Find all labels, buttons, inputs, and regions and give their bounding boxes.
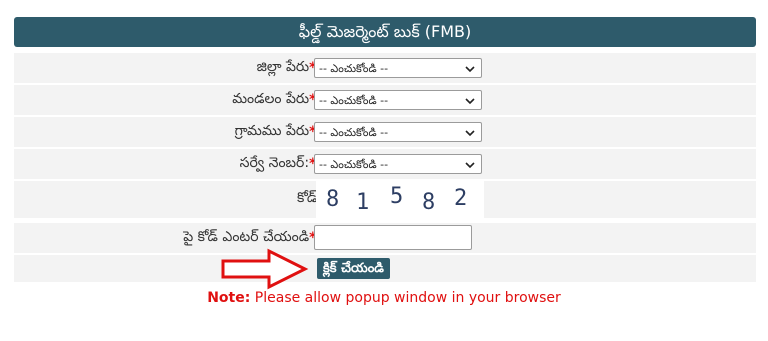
survey-label: సర్వే నెంబర్: *: <box>240 149 322 179</box>
page-title-text: ఫీల్డ్ మెజర్మెంట్ బుక్ (FMB) <box>298 22 472 41</box>
mandal-row: మండలం పేరు*: -- ఎంచుకోండి -- <box>14 85 756 115</box>
chevron-down-icon <box>465 130 475 137</box>
district-select[interactable]: -- ఎంచుకోండి -- <box>314 58 482 78</box>
village-label-text: గ్రామము పేరు <box>234 122 310 139</box>
survey-row: సర్వే నెంబర్: *: -- ఎంచుకోండి -- <box>14 149 756 179</box>
captcha-char: 8 <box>326 187 340 212</box>
mandal-select-value: -- ఎంచుకోండి -- <box>319 94 389 107</box>
captcha-image: 8 1 5 8 2 <box>316 181 484 218</box>
survey-select-value: -- ఎంచుకోండి -- <box>319 158 389 171</box>
mandal-label: మండలం పేరు*: <box>232 85 322 115</box>
note-text: Please allow popup window in your browse… <box>250 290 561 306</box>
mandal-select[interactable]: -- ఎంచుకోండి -- <box>314 90 482 110</box>
mandal-label-text: మండలం పేరు <box>232 90 310 107</box>
district-row: జిల్లా పేరు*: -- ఎంచుకోండి -- <box>14 53 756 83</box>
village-select-value: -- ఎంచుకోండి -- <box>319 126 389 139</box>
village-label: గ్రామము పేరు*: <box>235 117 322 147</box>
code-entry-row: పై కోడ్ ఎంటర్ చేయండి*: <box>14 223 756 253</box>
district-select-value: -- ఎంచుకోండి -- <box>319 62 389 75</box>
submit-row: క్లిక్ చేయండి <box>14 255 756 282</box>
chevron-down-icon <box>465 98 475 105</box>
captcha-char: 2 <box>454 186 468 211</box>
captcha-char: 1 <box>356 190 370 215</box>
district-label-text: జిల్లా పేరు <box>256 58 310 75</box>
captcha-char: 5 <box>390 184 404 209</box>
village-select[interactable]: -- ఎంచుకోండి -- <box>314 122 482 142</box>
arrow-right-icon <box>221 248 309 290</box>
chevron-down-icon <box>465 66 475 73</box>
captcha-char: 8 <box>422 190 436 215</box>
popup-note: Note: Please allow popup window in your … <box>0 290 768 306</box>
submit-button[interactable]: క్లిక్ చేయండి <box>317 258 390 279</box>
village-row: గ్రామము పేరు*: -- ఎంచుకోండి -- <box>14 117 756 147</box>
fmb-page: ఫీల్డ్ మెజర్మెంట్ బుక్ (FMB) జిల్లా పేరు… <box>0 0 768 341</box>
district-label: జిల్లా పేరు*: <box>257 53 322 83</box>
survey-select[interactable]: -- ఎంచుకోండి -- <box>314 154 482 174</box>
survey-label-text: సర్వే నెంబర్: <box>239 154 310 171</box>
captcha-row: కోడ్: 8 1 5 8 2 <box>14 181 756 218</box>
note-prefix: Note: <box>207 290 251 306</box>
page-title: ఫీల్డ్ మెజర్మెంట్ బుక్ (FMB) <box>14 17 756 47</box>
chevron-down-icon <box>465 162 475 169</box>
code-entry-label-text: పై కోడ్ ఎంటర్ చేయండి <box>183 228 310 245</box>
code-entry-input[interactable] <box>314 225 472 250</box>
